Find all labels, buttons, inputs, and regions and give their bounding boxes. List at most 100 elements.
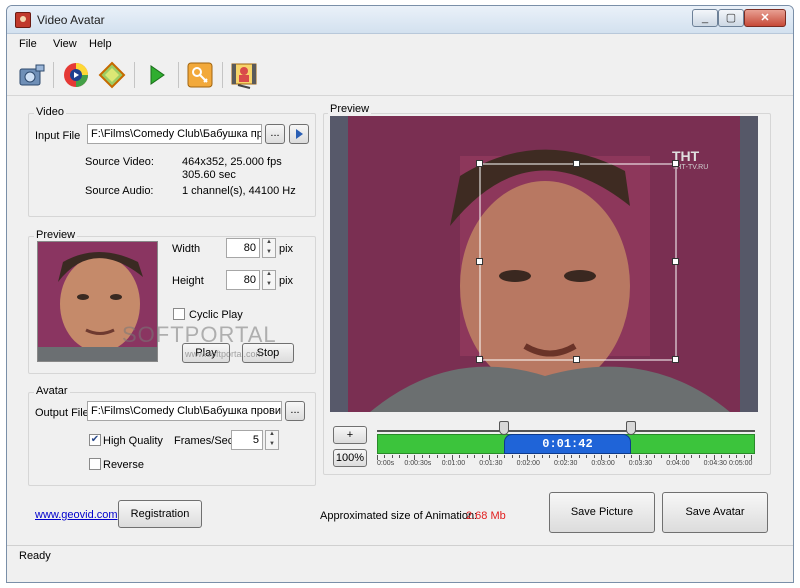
input-play-button[interactable] <box>289 124 309 144</box>
crop-handle-sw[interactable] <box>476 356 483 363</box>
width-spinner[interactable] <box>262 238 276 258</box>
source-audio-value: 1 channel(s), 44100 Hz <box>182 185 296 197</box>
cyclic-play-checkbox[interactable] <box>173 308 185 320</box>
tick-label: 0:05:00 <box>729 460 753 467</box>
media-disc-icon <box>64 63 88 87</box>
frames-per-sec-input[interactable]: 5 <box>231 430 263 450</box>
window-title: Video Avatar <box>37 13 105 27</box>
crop-handle-n[interactable] <box>573 160 580 167</box>
width-input[interactable]: 80 <box>226 238 260 258</box>
film-avatar-icon <box>231 63 257 89</box>
height-spinner[interactable] <box>262 270 276 290</box>
avatar-tool-button[interactable] <box>229 60 259 90</box>
tick-mark <box>504 455 506 458</box>
tick-label: 0:01:30 <box>479 460 503 467</box>
tick-mark <box>496 455 498 458</box>
registration-key-button[interactable] <box>185 60 215 90</box>
website-link[interactable]: www.geovid.com <box>35 509 118 521</box>
tick-mark <box>391 455 393 458</box>
play-button[interactable] <box>141 60 171 90</box>
preview-main-group-label: Preview <box>328 103 372 115</box>
tick-mark <box>616 455 618 458</box>
close-button[interactable]: ✕ <box>744 9 786 27</box>
tick-mark <box>728 455 730 458</box>
crop-handle-e[interactable] <box>672 258 679 265</box>
save-avatar-button[interactable]: Save Avatar <box>662 492 768 533</box>
input-browse-button[interactable]: ... <box>265 124 285 144</box>
approx-size-value: 2.68 Mb <box>466 510 506 522</box>
timeline-selection[interactable]: 0:01:42 <box>504 434 631 454</box>
save-picture-button[interactable]: Save Picture <box>549 492 655 533</box>
tick-label: 0:04:30 <box>703 460 727 467</box>
reverse-checkbox[interactable] <box>89 458 101 470</box>
crop-handle-se[interactable] <box>672 356 679 363</box>
output-file-label: Output File <box>35 407 89 419</box>
status-bar: Ready <box>7 545 793 582</box>
minimize-button[interactable]: _ <box>692 9 718 27</box>
menu-view[interactable]: View <box>53 38 77 50</box>
tick-mark <box>698 455 700 458</box>
tick-label: 0:02:30 <box>554 460 578 467</box>
height-unit: pix <box>279 275 294 287</box>
crop-handle-ne[interactable] <box>672 160 679 167</box>
tick-mark <box>511 455 513 458</box>
maximize-button[interactable]: ▢ <box>718 9 744 27</box>
play-icon <box>296 129 303 139</box>
crop-handle-nw[interactable] <box>476 160 483 167</box>
tick-mark <box>519 455 521 458</box>
preview-small-group-label: Preview <box>34 229 78 241</box>
crop-handle-w[interactable] <box>476 258 483 265</box>
tick-mark <box>429 455 431 458</box>
high-quality-label: High Quality <box>103 435 163 447</box>
height-input[interactable]: 80 <box>226 270 260 290</box>
source-video-label: Source Video: <box>85 156 154 168</box>
tick-mark <box>399 455 401 458</box>
tick-mark <box>481 455 483 458</box>
output-file-field[interactable]: F:\Films\Comedy Club\Бабушка провинциа <box>87 401 282 421</box>
tick-mark <box>586 455 588 458</box>
open-video-button[interactable] <box>17 60 47 90</box>
crop-handle-s[interactable] <box>573 356 580 363</box>
frames-per-sec-spinner[interactable] <box>265 430 279 450</box>
tick-mark <box>593 455 595 458</box>
title-bar[interactable]: Video Avatar _ ▢ ✕ <box>7 6 793 34</box>
selection-start-marker[interactable] <box>499 421 510 435</box>
tick-mark <box>646 455 648 458</box>
zoom-in-button[interactable]: + <box>333 426 367 444</box>
tick-mark <box>578 455 580 458</box>
approx-size-label: Approximated size of Animation: <box>320 510 478 522</box>
menu-file[interactable]: File <box>19 38 37 50</box>
zoom-reset-button[interactable]: 100% <box>333 449 367 467</box>
input-file-label: Input File <box>35 130 81 142</box>
tick-mark <box>421 455 423 458</box>
high-quality-checkbox[interactable]: ✔ <box>89 434 101 446</box>
input-file-field[interactable]: F:\Films\Comedy Club\Бабушка провин <box>87 124 262 144</box>
toolbar <box>7 56 793 96</box>
effects-button[interactable] <box>97 60 127 90</box>
tick-label: 0:01:00 <box>441 460 466 467</box>
tick-label: 0:04:00 <box>666 460 690 467</box>
timeline[interactable]: 0:01:42 0:00s 0:00:30s 0:01:00 0:01:30 0:02:… <box>377 421 755 473</box>
camera-icon <box>19 64 45 86</box>
output-browse-button[interactable]: ... <box>285 401 305 421</box>
tick-mark <box>721 455 723 458</box>
tick-mark <box>556 455 558 458</box>
tick-mark <box>466 455 468 458</box>
tick-mark <box>406 455 408 458</box>
tick-mark <box>691 455 693 458</box>
tick-mark <box>444 455 446 458</box>
tick-mark <box>661 455 663 458</box>
menu-help[interactable]: Help <box>89 38 112 50</box>
media-button[interactable] <box>61 60 91 90</box>
source-audio-label: Source Audio: <box>85 185 154 197</box>
app-icon <box>15 12 31 28</box>
diamond-icon <box>98 61 126 89</box>
registration-button[interactable]: Registration <box>118 500 202 528</box>
source-video-value: 464x352, 25.000 fps <box>182 156 282 168</box>
watermark-url: www.softportal.com <box>185 349 264 359</box>
video-preview-frame[interactable]: ТНТ ТНТ-TV.RU <box>330 116 758 412</box>
watermark: SOFTPORTAL <box>122 322 277 347</box>
tick-mark <box>683 455 685 458</box>
selection-end-marker[interactable] <box>625 421 636 435</box>
tick-mark <box>743 455 745 458</box>
